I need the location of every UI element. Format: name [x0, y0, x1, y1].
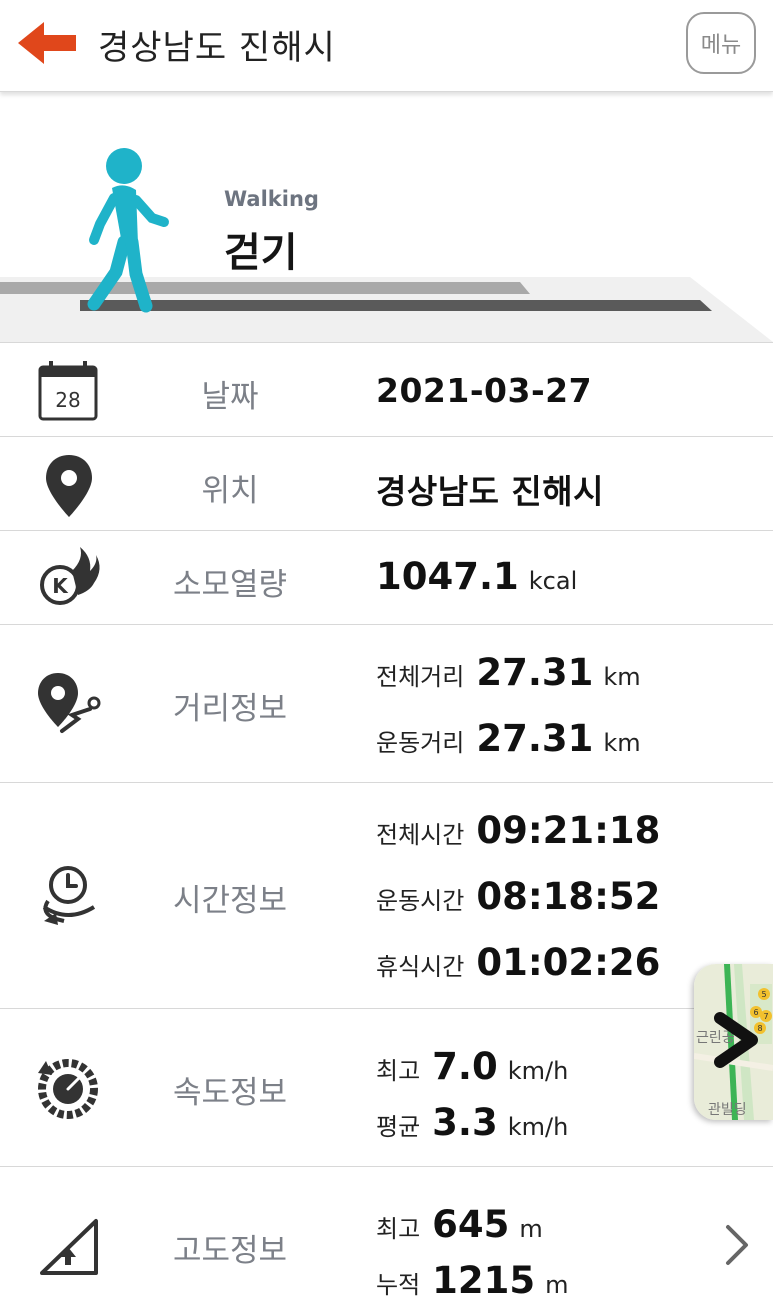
map-place-label-top: 근린공 [696, 1030, 735, 1046]
svg-text:K: K [52, 574, 69, 598]
time-total-label: 전체시간 [376, 821, 465, 849]
distance-total-value: 27.31 [476, 651, 594, 694]
page-title: 경상남도 진해시 [98, 28, 336, 68]
altitude-label: 고도정보 [172, 1233, 288, 1269]
distance-exercise-value: 27.31 [476, 717, 594, 760]
altitude-cumulative-value: 1215 [432, 1259, 536, 1302]
row-distance: 거리정보 전체거리 27.31 km 운동거리 27.31 km [0, 624, 773, 782]
time-total-value: 09:21:18 [476, 809, 661, 852]
calories-value-line: 1047.1 kcal [376, 555, 577, 598]
location-value: 경상남도 진해시 [376, 472, 605, 511]
speed-avg-line: 평균 3.3 km/h [376, 1101, 568, 1144]
calorie-fire-icon: K [40, 547, 100, 605]
row-location: 위치 경상남도 진해시 [0, 436, 773, 530]
calories-value: 1047.1 [376, 555, 519, 598]
distance-exercise-label: 운동거리 [376, 729, 465, 757]
top-app-bar: 경상남도 진해시 메뉴 [0, 0, 773, 92]
altitude-max-unit: m [519, 1215, 543, 1243]
altitude-cumulative-label: 누적 [376, 1271, 421, 1299]
back-arrow-icon [18, 22, 76, 64]
altitude-max-line: 최고 645 m [376, 1203, 543, 1246]
time-exercise-label: 운동시간 [376, 887, 465, 915]
activity-name-english: Walking [224, 187, 319, 211]
speedometer-icon [38, 1059, 98, 1119]
svg-text:8: 8 [757, 1024, 762, 1033]
time-label: 시간정보 [172, 883, 288, 919]
row-altitude[interactable]: 고도정보 최고 645 m 누적 1215 m [0, 1166, 773, 1311]
speed-avg-value: 3.3 [432, 1101, 498, 1144]
speed-label: 속도정보 [172, 1075, 288, 1111]
time-rest-value: 01:02:26 [476, 941, 661, 984]
row-time: 시간정보 전체시간 09:21:18 운동시간 08:18:52 휴식시간 01… [0, 782, 773, 1008]
map-pin-icon [46, 455, 92, 517]
altitude-max-label: 최고 [376, 1215, 421, 1243]
row-date: 28 날짜 2021-03-27 [0, 342, 773, 436]
speed-avg-unit: km/h [507, 1113, 569, 1141]
map-thumbnail-button[interactable]: 5 6 7 8 근린공 관빌딩 [694, 964, 773, 1120]
distance-exercise-unit: km [603, 729, 641, 757]
activity-banner: Walking 걷기 [0, 92, 773, 342]
date-value: 2021-03-27 [376, 371, 593, 410]
map-thumbnail: 5 6 7 8 근린공 관빌딩 [694, 964, 773, 1120]
distance-exercise-line: 운동거리 27.31 km [376, 717, 641, 760]
svg-text:7: 7 [763, 1012, 768, 1021]
distance-total-unit: km [603, 663, 641, 691]
altitude-max-value: 645 [432, 1203, 510, 1246]
calendar-icon: 28 [38, 361, 98, 421]
row-calories: K 소모열량 1047.1 kcal [0, 530, 773, 624]
svg-text:28: 28 [55, 388, 80, 412]
time-rest-label: 휴식시간 [376, 953, 465, 981]
speed-max-label: 최고 [376, 1057, 421, 1085]
map-place-label-bottom: 관빌딩 [708, 1102, 747, 1118]
altitude-slope-icon [40, 1219, 98, 1275]
altitude-cumulative-line: 누적 1215 m [376, 1259, 569, 1302]
row-speed: 속도정보 최고 7.0 km/h 평균 3.3 km/h [0, 1008, 773, 1166]
time-rest-line: 휴식시간 01:02:26 [376, 941, 660, 984]
distance-total-line: 전체거리 27.31 km [376, 651, 641, 694]
time-exercise-line: 운동시간 08:18:52 [376, 875, 660, 918]
speed-max-unit: km/h [507, 1057, 569, 1085]
time-total-line: 전체시간 09:21:18 [376, 809, 660, 852]
speed-max-value: 7.0 [432, 1045, 498, 1088]
walking-person-icon [87, 148, 169, 313]
svg-text:5: 5 [761, 990, 766, 999]
altitude-cumulative-unit: m [545, 1271, 569, 1299]
calories-label: 소모열량 [172, 567, 288, 603]
svg-text:6: 6 [753, 1008, 758, 1017]
route-pin-icon [38, 673, 101, 733]
calories-unit: kcal [528, 567, 578, 595]
speed-avg-label: 평균 [376, 1113, 421, 1141]
distance-label: 거리정보 [172, 691, 288, 727]
location-label: 위치 [201, 473, 259, 509]
distance-total-label: 전체거리 [376, 663, 465, 691]
speed-max-line: 최고 7.0 km/h [376, 1045, 568, 1088]
activity-name-korean: 걷기 [224, 230, 298, 276]
menu-button[interactable]: 메뉴 [686, 12, 756, 74]
time-exercise-value: 08:18:52 [476, 875, 661, 918]
back-button[interactable] [14, 18, 80, 68]
date-label: 날짜 [201, 379, 259, 415]
chevron-right-icon[interactable] [720, 1223, 754, 1267]
stopwatch-icon [42, 866, 96, 925]
